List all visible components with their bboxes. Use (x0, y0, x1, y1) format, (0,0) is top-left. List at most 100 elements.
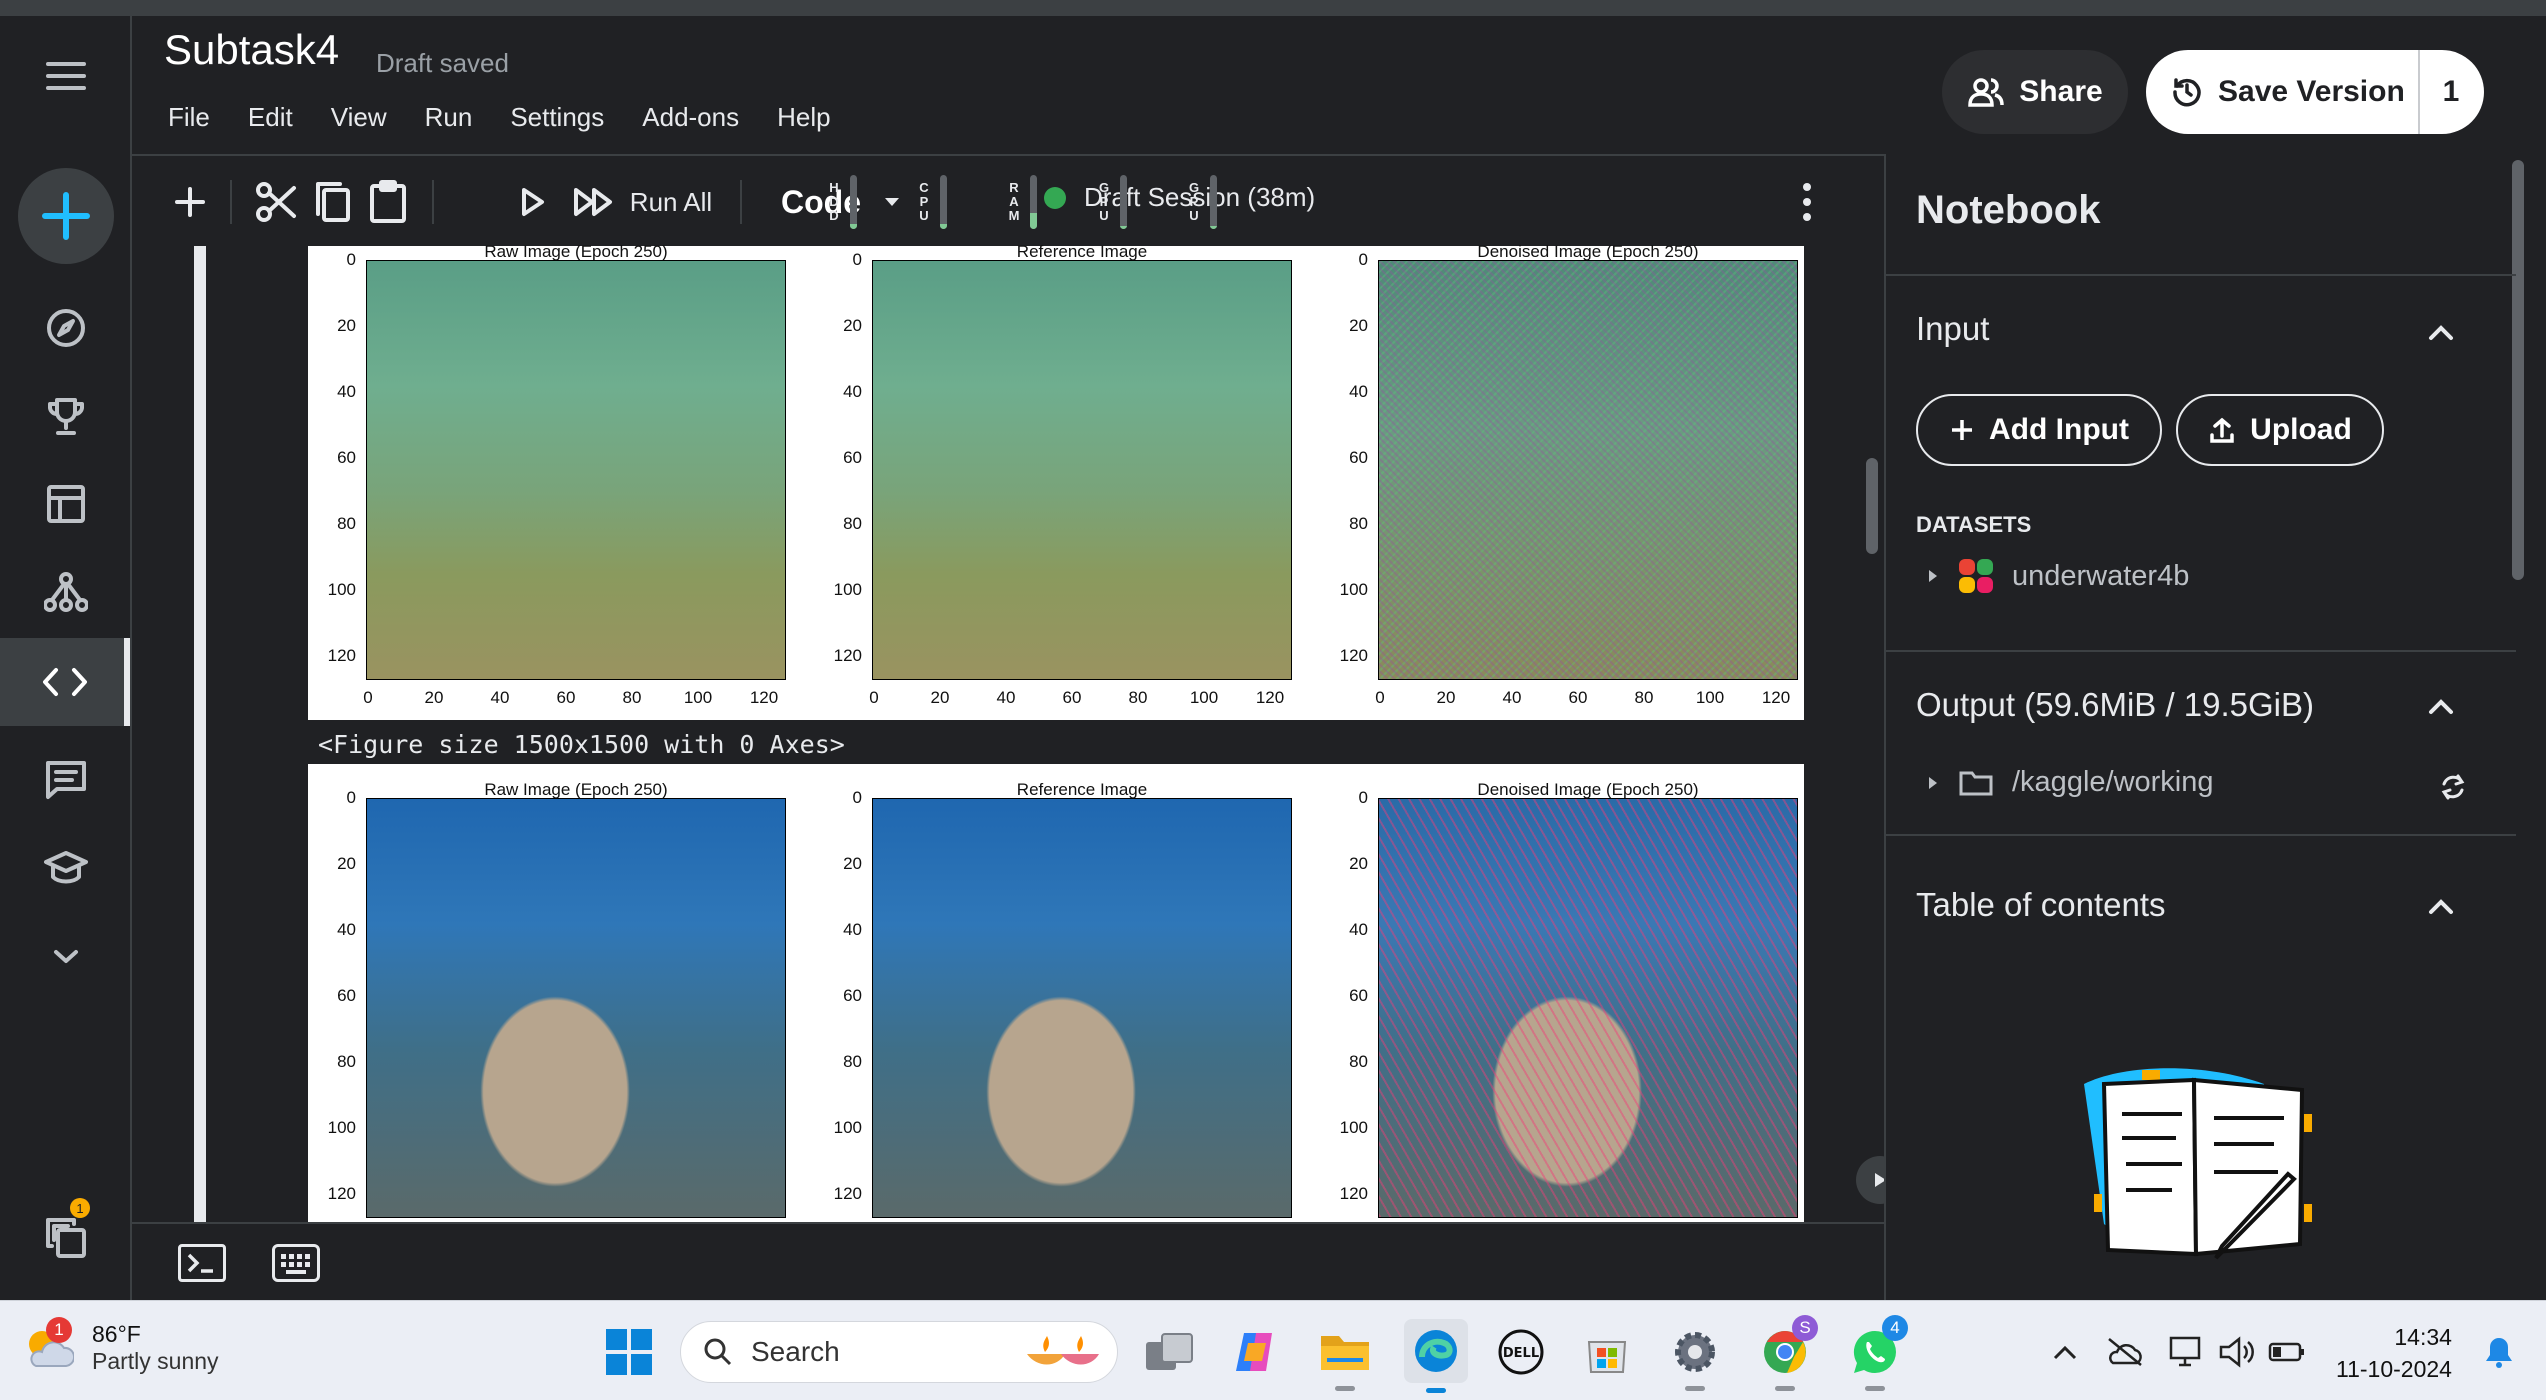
more-options-icon[interactable] (1792, 176, 1822, 228)
y-tick-label: 80 (1349, 514, 1368, 533)
notification-bell-icon[interactable] (2470, 1323, 2528, 1381)
weather-badge: 1 (46, 1317, 72, 1343)
whatsapp-icon[interactable]: 4 (1846, 1315, 1908, 1391)
y-tick-label: 0 (1358, 788, 1368, 807)
menu-settings[interactable]: Settings (510, 102, 604, 133)
meter-bar (1210, 175, 1217, 229)
x-tick-label: 20 (930, 688, 950, 707)
terminal-icon[interactable] (178, 1244, 226, 1282)
meter-gpu[interactable]: GPU (1188, 170, 1217, 234)
divider (1886, 650, 2516, 652)
file-explorer-icon[interactable] (1316, 1323, 1374, 1391)
compass-icon[interactable] (24, 286, 108, 370)
refresh-icon[interactable] (2438, 772, 2468, 802)
menu-addons[interactable]: Add-ons (642, 102, 739, 133)
system-clock[interactable]: 14:34 11-10-2024 (2336, 1321, 2452, 1385)
output-folder-item[interactable]: /kaggle/working (1926, 766, 2214, 799)
cut-icon[interactable] (252, 176, 300, 228)
panel-title: Raw Image (Epoch 250) (484, 242, 668, 261)
x-tick-label: 0 (363, 688, 373, 707)
svg-text:DELL: DELL (1503, 1346, 1539, 1361)
learn-graduation-cap-icon[interactable] (24, 826, 108, 910)
dataset-name: underwater4b (2012, 559, 2190, 592)
menu-file[interactable]: File (168, 102, 210, 133)
weather-widget[interactable]: 1 86°F Partly sunny (22, 1317, 219, 1375)
tree-expand-icon[interactable] (1926, 774, 1940, 792)
x-tick-label: 20 (1436, 688, 1456, 707)
save-version-count[interactable]: 1 (2420, 75, 2482, 109)
meter-ram[interactable]: RAM (1008, 170, 1037, 234)
menu-view[interactable]: View (331, 102, 387, 133)
x-tick-label: 100 (683, 688, 713, 707)
keyboard-icon[interactable] (272, 1244, 320, 1282)
notebook-scrollbar[interactable] (1866, 458, 1878, 554)
active-indicator (124, 638, 130, 726)
copies-icon[interactable]: 1 (24, 1196, 108, 1280)
run-all-button[interactable]: Run All (570, 176, 714, 228)
create-button[interactable] (18, 168, 114, 264)
add-input-button[interactable]: Add Input (1916, 394, 2162, 466)
menu-help[interactable]: Help (777, 102, 830, 133)
chevron-up-icon[interactable] (2426, 692, 2456, 722)
save-version-button[interactable]: Save Version 1 (2146, 50, 2484, 134)
trophy-icon[interactable] (24, 374, 108, 458)
settings-gear-icon[interactable] (1666, 1323, 1724, 1391)
menu-edit[interactable]: Edit (248, 102, 293, 133)
code-icon[interactable] (0, 638, 130, 726)
y-tick-label: 120 (833, 646, 862, 665)
panel-title: Raw Image (Epoch 250) (484, 780, 668, 799)
chevron-up-icon[interactable] (2426, 892, 2456, 922)
chrome-icon[interactable]: S (1756, 1315, 1818, 1391)
save-version-label: Save Version (2218, 75, 2405, 108)
tree-expand-icon[interactable] (1926, 567, 1940, 585)
meter-hdd[interactable]: HDD (828, 170, 857, 234)
save-version-main[interactable]: Save Version (2146, 50, 2420, 134)
meter-cpu[interactable]: CPU (918, 170, 947, 234)
chevron-up-icon[interactable] (2426, 318, 2456, 348)
edge-browser-icon[interactable] (1404, 1319, 1468, 1393)
notebook-header: Subtask4 Draft saved File Edit View Run … (132, 16, 2546, 154)
y-tick-label: 120 (833, 1184, 862, 1203)
image-panel: Raw Image (Epoch 250) 0 20 40 60 80 100 120 0 20 4… (328, 242, 786, 707)
task-view-icon[interactable] (1140, 1323, 1198, 1381)
notebook-title[interactable]: Subtask4 (164, 26, 339, 74)
add-cell-icon[interactable] (168, 176, 212, 228)
output-image (872, 260, 1292, 680)
discussion-icon[interactable] (24, 738, 108, 822)
models-network-icon[interactable] (24, 550, 108, 634)
meter-gpu[interactable]: GPU (1098, 170, 1127, 234)
paste-clipboard-icon[interactable] (364, 176, 412, 228)
upload-label: Upload (2250, 413, 2352, 446)
taskbar-search[interactable]: Search (680, 1321, 1118, 1383)
plus-icon (1952, 420, 1973, 440)
weather-desc: Partly sunny (92, 1348, 219, 1374)
toc-section-title[interactable]: Table of contents (1916, 886, 2166, 924)
battery-icon[interactable] (2258, 1323, 2316, 1381)
y-tick-label: 0 (346, 788, 356, 807)
copy-icon[interactable] (308, 176, 356, 228)
dell-icon[interactable]: DELL (1492, 1323, 1550, 1381)
hamburger-menu-icon[interactable] (24, 34, 108, 118)
y-tick-label: 40 (1349, 382, 1368, 401)
copilot-icon[interactable] (1226, 1323, 1284, 1381)
chevron-up-icon[interactable] (2036, 1323, 2094, 1381)
running-indicator (1426, 1388, 1446, 1393)
share-button[interactable]: Share (1942, 50, 2128, 134)
windows-start-icon[interactable] (600, 1323, 658, 1381)
image-panel: Reference Image0204060801001200204060801… (834, 780, 1292, 1218)
dataset-item[interactable]: underwater4b (1926, 558, 2189, 594)
chevron-down-icon[interactable] (24, 914, 108, 998)
menu-run[interactable]: Run (425, 102, 473, 133)
y-tick-label: 0 (346, 250, 356, 269)
table-icon[interactable] (24, 462, 108, 546)
draft-session-status[interactable]: Draft Session (38m) (1044, 182, 1315, 213)
output-section-title[interactable]: Output (59.6MiB / 19.5GiB) (1916, 686, 2314, 724)
people-icon (1968, 78, 2005, 107)
onedrive-off-icon[interactable] (2096, 1323, 2154, 1381)
input-section-title[interactable]: Input (1916, 310, 1989, 348)
upload-button[interactable]: Upload (2176, 394, 2384, 466)
run-cell-icon[interactable] (512, 176, 552, 228)
y-tick-label: 100 (327, 1118, 356, 1137)
side-panel-scrollbar[interactable] (2512, 160, 2524, 580)
microsoft-store-icon[interactable] (1578, 1323, 1636, 1381)
